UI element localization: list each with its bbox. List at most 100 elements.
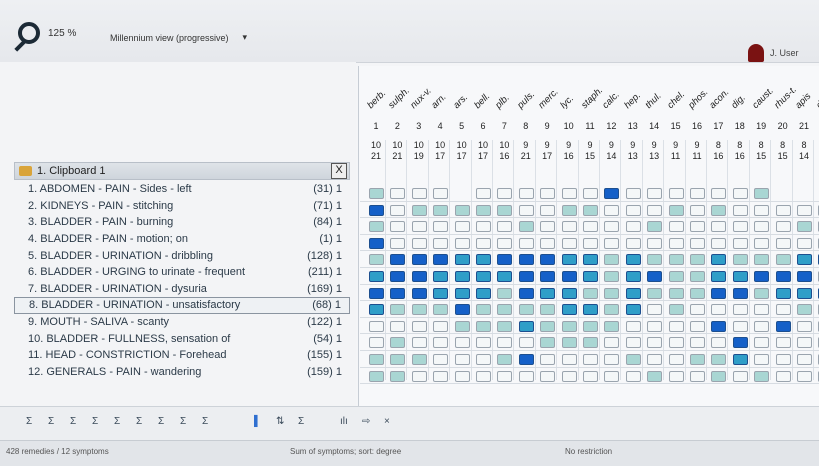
grade-cell[interactable] xyxy=(690,254,705,266)
grade-cell[interactable] xyxy=(732,354,748,365)
grade-cell[interactable] xyxy=(561,354,577,365)
symptom-row[interactable]: 2. KIDNEYS - PAIN - stitching (71) 1 xyxy=(14,198,350,215)
grade-cell[interactable] xyxy=(540,354,556,365)
grade-cell[interactable] xyxy=(540,337,556,349)
grade-cell[interactable] xyxy=(625,271,641,282)
grade-cell[interactable] xyxy=(497,221,513,233)
grade-cell[interactable] xyxy=(754,204,770,216)
symptom-row[interactable]: 4. BLADDER - PAIN - motion; on (1) 1 xyxy=(14,231,350,248)
grade-cell[interactable] xyxy=(647,237,663,249)
grade-cell[interactable] xyxy=(754,304,770,316)
symptom-row[interactable]: 3. BLADDER - PAIN - burning (84) 1 xyxy=(14,214,350,231)
grade-cell[interactable] xyxy=(754,221,770,233)
grade-cell[interactable] xyxy=(411,221,427,233)
close-button[interactable]: X xyxy=(331,163,347,179)
symptom-row[interactable]: 9. MOUTH - SALIVA - scanty (122) 1 xyxy=(14,314,350,331)
grade-cell[interactable] xyxy=(583,254,598,266)
grade-cell[interactable] xyxy=(797,237,812,249)
grade-cell[interactable] xyxy=(775,370,791,382)
grade-cell[interactable] xyxy=(625,254,641,266)
grade-cell[interactable] xyxy=(668,287,684,299)
grade-cell[interactable] xyxy=(711,370,727,382)
grade-cell[interactable] xyxy=(433,370,449,382)
grade-cell[interactable] xyxy=(604,271,620,282)
grade-cell[interactable] xyxy=(625,354,641,365)
grade-cell[interactable] xyxy=(647,254,663,266)
grade-cell[interactable] xyxy=(775,221,791,233)
grade-cell[interactable] xyxy=(690,320,705,332)
grade-cell[interactable] xyxy=(518,271,534,282)
grade-cell[interactable] xyxy=(518,337,534,349)
grade-cell[interactable] xyxy=(433,287,449,299)
grade-cell[interactable] xyxy=(540,320,556,332)
toolbar-icon[interactable]: Σ xyxy=(48,416,54,427)
grade-cell[interactable] xyxy=(625,204,641,216)
grade-cell[interactable] xyxy=(518,354,534,365)
grade-cell[interactable] xyxy=(604,304,620,316)
grade-cell[interactable] xyxy=(583,354,598,365)
grade-cell[interactable] xyxy=(497,237,513,249)
grade-cell[interactable] xyxy=(476,188,491,199)
grade-cell[interactable] xyxy=(454,204,470,216)
grade-cell[interactable] xyxy=(476,320,491,332)
grade-cell[interactable] xyxy=(369,287,384,299)
grade-cell[interactable] xyxy=(497,370,513,382)
grade-cell[interactable] xyxy=(647,188,663,199)
grade-cell[interactable] xyxy=(369,304,384,316)
grade-cell[interactable] xyxy=(540,287,556,299)
grade-cell[interactable] xyxy=(454,337,470,349)
grade-cell[interactable] xyxy=(797,254,812,266)
grade-cell[interactable] xyxy=(711,354,727,365)
grade-cell[interactable] xyxy=(583,188,598,199)
grade-cell[interactable] xyxy=(583,271,598,282)
toolbar-icon[interactable]: Σ xyxy=(180,416,186,427)
grade-cell[interactable] xyxy=(690,304,705,316)
grade-cell[interactable] xyxy=(711,188,727,199)
grade-cell[interactable] xyxy=(390,304,406,316)
grade-cell[interactable] xyxy=(690,337,705,349)
grade-cell[interactable] xyxy=(647,287,663,299)
grade-cell[interactable] xyxy=(690,204,705,216)
grade-cell[interactable] xyxy=(625,221,641,233)
grade-cell[interactable] xyxy=(647,204,663,216)
grade-cell[interactable] xyxy=(583,287,598,299)
grade-cell[interactable] xyxy=(711,204,727,216)
grade-cell[interactable] xyxy=(433,221,449,233)
grade-cell[interactable] xyxy=(454,221,470,233)
grade-cell[interactable] xyxy=(369,221,384,233)
symptom-row[interactable]: 12. GENERALS - PAIN - wandering (159) 1 xyxy=(14,364,350,381)
grade-cell[interactable] xyxy=(690,237,705,249)
grade-cell[interactable] xyxy=(583,204,598,216)
grade-cell[interactable] xyxy=(369,271,384,282)
grade-cell[interactable] xyxy=(497,188,513,199)
grade-cell[interactable] xyxy=(775,204,791,216)
toolbar-icon[interactable]: ⇅ xyxy=(276,416,284,427)
view-selector[interactable]: Millennium view (progressive) ▾ xyxy=(110,32,247,43)
grade-cell[interactable] xyxy=(561,221,577,233)
grade-cell[interactable] xyxy=(668,188,684,199)
grade-cell[interactable] xyxy=(711,304,727,316)
toolbar-icon[interactable]: Σ xyxy=(114,416,120,427)
grade-cell[interactable] xyxy=(433,188,449,199)
grade-cell[interactable] xyxy=(540,254,556,266)
grade-cell[interactable] xyxy=(711,254,727,266)
grade-cell[interactable] xyxy=(711,320,727,332)
grade-cell[interactable] xyxy=(540,370,556,382)
grade-cell[interactable] xyxy=(625,337,641,349)
grade-cell[interactable] xyxy=(647,221,663,233)
grade-cell[interactable] xyxy=(411,320,427,332)
grade-cell[interactable] xyxy=(390,287,406,299)
toolbar-icon[interactable]: ılı xyxy=(340,416,348,427)
grade-cell[interactable] xyxy=(797,204,812,216)
grade-cell[interactable] xyxy=(497,254,513,266)
grade-cell[interactable] xyxy=(690,354,705,365)
grade-cell[interactable] xyxy=(454,304,470,316)
symptom-row[interactable]: 5. BLADDER - URINATION - dribbling (128) … xyxy=(14,247,350,264)
toolbar-icon[interactable]: Σ xyxy=(202,416,208,427)
grade-cell[interactable] xyxy=(540,271,556,282)
grade-cell[interactable] xyxy=(540,204,556,216)
grade-cell[interactable] xyxy=(625,237,641,249)
grade-cell[interactable] xyxy=(604,254,620,266)
grade-cell[interactable] xyxy=(754,354,770,365)
grade-cell[interactable] xyxy=(540,304,556,316)
